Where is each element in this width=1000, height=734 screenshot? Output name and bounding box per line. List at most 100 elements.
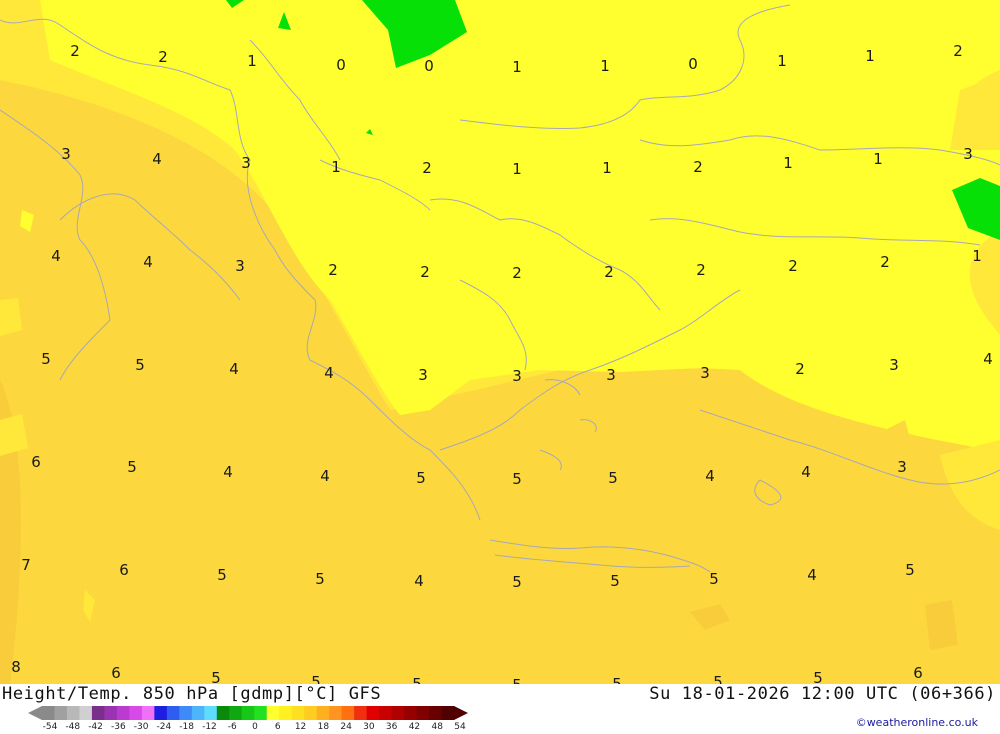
isotherm-value: 2	[70, 42, 80, 60]
isotherm-value: 6	[31, 453, 41, 471]
isotherm-value: 5	[217, 566, 227, 584]
scale-arrow-left	[28, 706, 42, 720]
scale-swatch	[266, 706, 280, 720]
isotherm-value: 4	[801, 463, 811, 481]
scale-swatch	[191, 706, 205, 720]
scale-swatch	[54, 706, 68, 720]
scale-tick-label: 12	[294, 722, 307, 732]
scale-tick-label: 42	[408, 722, 421, 732]
isotherm-value: 2	[158, 48, 168, 66]
scale-swatch	[391, 706, 405, 720]
isotherm-value: 4	[51, 247, 61, 265]
scale-tick-label: -48	[65, 722, 81, 732]
scale-arrow-right	[454, 706, 468, 720]
isotherm-value: 5	[416, 469, 426, 487]
isotherm-value: 5	[315, 570, 325, 588]
isotherm-value: 2	[696, 261, 706, 279]
scale-swatch	[416, 706, 430, 720]
scale-tick-label: -12	[202, 722, 217, 732]
scale-tick-label: 0	[252, 722, 258, 732]
scale-swatch	[304, 706, 318, 720]
scale-swatch	[329, 706, 343, 720]
scale-swatch	[404, 706, 418, 720]
credit-link[interactable]: ©weatheronline.co.uk	[856, 716, 978, 729]
scale-swatch	[291, 706, 305, 720]
isotherm-value: 5	[713, 673, 723, 684]
scale-tick-label: 6	[274, 722, 281, 732]
isotherm-value: 5	[709, 570, 719, 588]
isotherm-value: 3	[889, 356, 899, 374]
isotherm-value: 2	[604, 263, 614, 281]
isotherm-value: 2	[422, 159, 432, 177]
scale-tick-label: -6	[227, 722, 237, 732]
scale-tick-label: 18	[317, 722, 330, 732]
scale-swatch	[42, 706, 55, 720]
isotherm-value: 5	[612, 675, 622, 684]
isotherm-value: 4	[807, 566, 817, 584]
map-title: Height/Temp. 850 hPa [gdmp][°C] GFS	[2, 684, 382, 704]
scale-tick-label: 24	[340, 722, 352, 732]
scale-swatch	[129, 706, 143, 720]
isotherm-value: 4	[324, 364, 334, 382]
scale-swatch	[91, 706, 105, 720]
scale-tick-label: -36	[110, 722, 126, 732]
isotherm-value: 1	[512, 160, 522, 178]
scale-tick-label: -42	[88, 722, 103, 732]
isotherm-value: 3	[897, 458, 907, 476]
isotherm-value: 1	[602, 159, 612, 177]
isotherm-value: 5	[211, 669, 221, 684]
scale-tick-label: 54	[454, 722, 466, 732]
scale-swatch	[441, 706, 455, 720]
scale-tick-label: 30	[363, 722, 375, 732]
isotherm-value: 5	[512, 470, 522, 488]
isotherm-value: 6	[913, 664, 923, 682]
isotherm-value: 4	[414, 572, 424, 590]
isotherm-value: 4	[143, 253, 153, 271]
scale-swatch	[379, 706, 393, 720]
isotherm-value: 0	[336, 56, 346, 74]
scale-swatch	[216, 706, 230, 720]
isotherm-value: 5	[512, 676, 522, 684]
isotherm-value: 0	[424, 57, 434, 75]
isotherm-value: 1	[600, 57, 610, 75]
isotherm-value: 2	[512, 264, 522, 282]
scale-tick-label: -24	[156, 722, 172, 732]
scale-swatch	[154, 706, 168, 720]
isotherm-value: 1	[873, 150, 883, 168]
scale-swatch	[204, 706, 218, 720]
isotherm-value: 3	[61, 145, 71, 163]
scale-swatch	[279, 706, 293, 720]
temperature-field: 2 2 1 0 0 1 1 0 1 1 2 3 4 3 1 2 1 1 2 1 1 3 4 4 3 2 2 2 2 2 2 2 1 5 5 4 4 3 3 3…	[0, 0, 1000, 684]
scale-swatch	[366, 706, 380, 720]
scale-tick-label: 36	[385, 722, 398, 732]
isotherm-value: 5	[412, 675, 422, 684]
isotherm-value: 1	[783, 154, 793, 172]
isotherm-value: 5	[905, 561, 915, 579]
scale-tick-label: -30	[133, 722, 149, 732]
scale-swatch	[104, 706, 118, 720]
scale-swatch	[241, 706, 255, 720]
isotherm-value: 5	[608, 469, 618, 487]
isotherm-value: 4	[320, 467, 330, 485]
scale-swatch	[229, 706, 243, 720]
isotherm-value: 2	[795, 360, 805, 378]
isotherm-value: 1	[331, 158, 341, 176]
valid-time: Su 18-01-2026 12:00 UTC (06+366)	[649, 684, 996, 704]
isotherm-value: 4	[983, 350, 993, 368]
isotherm-value: 2	[788, 257, 798, 275]
isotherm-value: 7	[21, 556, 31, 574]
isotherm-value: 3	[963, 145, 973, 163]
scale-swatch	[354, 706, 368, 720]
isotherm-value: 5	[512, 573, 522, 591]
scale-swatch	[254, 706, 268, 720]
scale-swatch	[141, 706, 155, 720]
isotherm-value: 2	[693, 158, 703, 176]
scale-tick-label: -54	[42, 722, 58, 732]
isotherm-value: 3	[241, 154, 251, 172]
isotherm-value: 2	[328, 261, 338, 279]
isotherm-value: 5	[311, 673, 321, 684]
isotherm-value: 3	[512, 367, 522, 385]
isotherm-value: 4	[705, 467, 715, 485]
isotherm-value: 5	[41, 350, 51, 368]
isotherm-value: 5	[127, 458, 137, 476]
